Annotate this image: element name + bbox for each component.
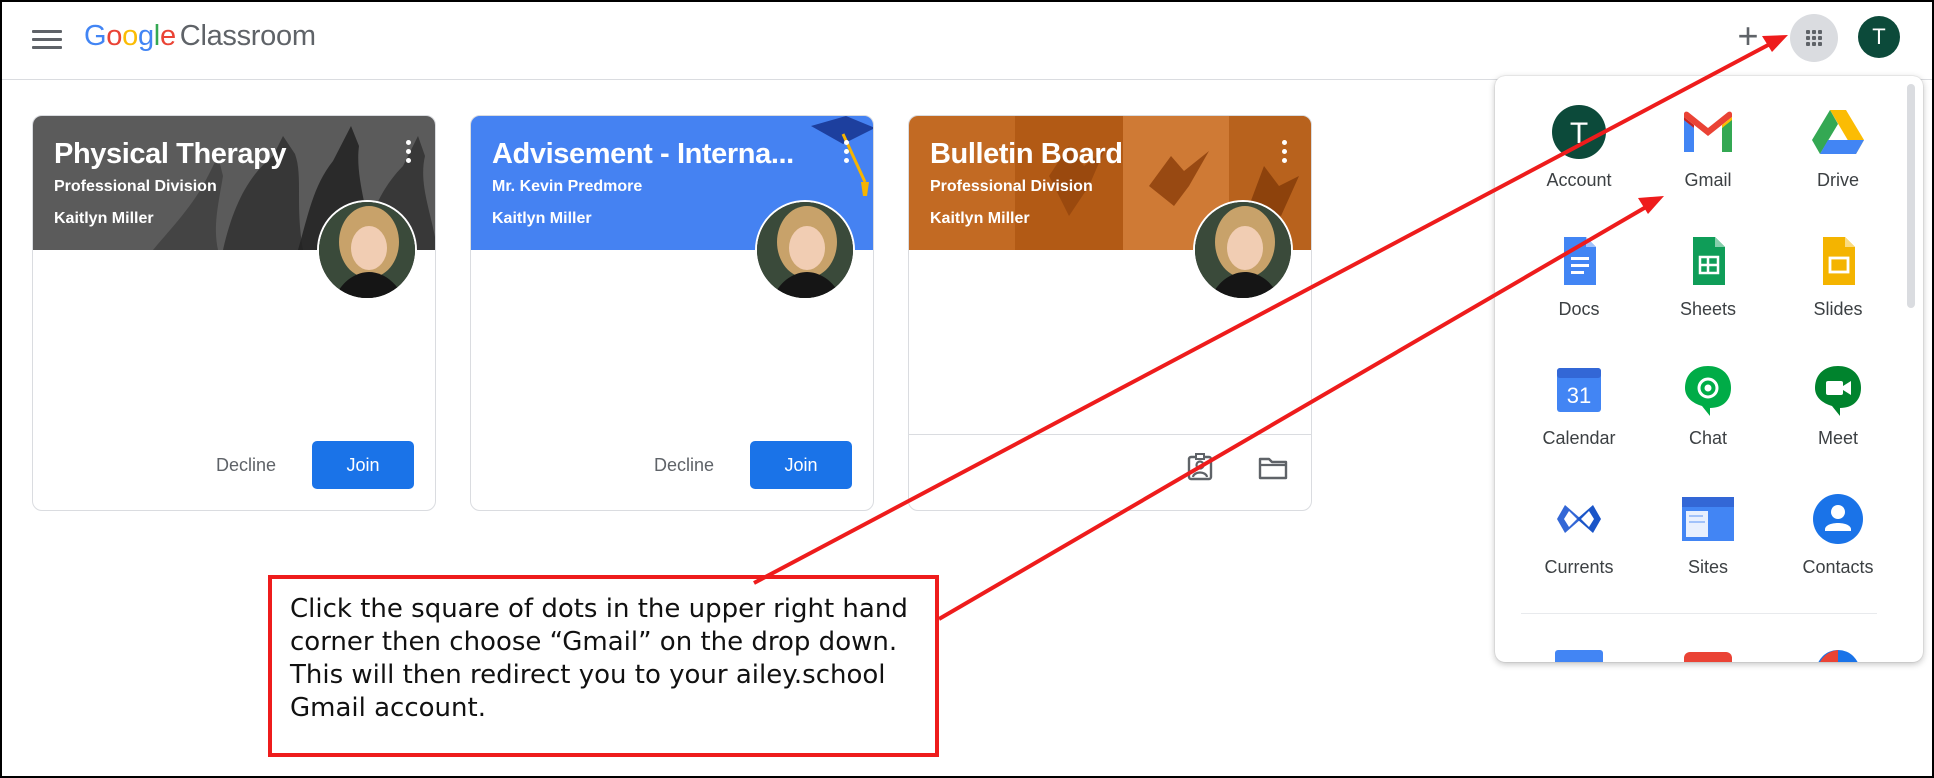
join-button[interactable]: Join — [312, 441, 414, 489]
svg-text:31: 31 — [1567, 383, 1591, 408]
app-currents[interactable]: Currents — [1519, 477, 1639, 595]
gmail-icon — [1680, 104, 1736, 160]
partial-app-icon — [1555, 650, 1603, 662]
screenshot-frame: Google Classroom + T Physical Therapy Pro… — [0, 0, 1934, 778]
app-contacts[interactable]: Contacts — [1778, 477, 1898, 595]
folder-icon[interactable] — [1257, 453, 1289, 488]
app-account[interactable]: T Account — [1519, 90, 1639, 208]
sites-icon — [1680, 491, 1736, 547]
class-card-physical-therapy[interactable]: Physical Therapy Professional Division K… — [32, 115, 436, 511]
class-title[interactable]: Bulletin Board — [930, 138, 1123, 171]
docs-icon — [1551, 233, 1607, 289]
app-label: Account — [1546, 170, 1612, 190]
teacher-photo — [755, 200, 855, 300]
partial-app-icon — [1684, 652, 1732, 662]
app-label: Chat — [1688, 428, 1728, 448]
app-slides[interactable]: Slides — [1778, 219, 1898, 337]
class-title[interactable]: Advisement - Interna... — [492, 138, 794, 171]
drive-icon — [1810, 104, 1866, 160]
invitation-actions: Decline Join — [216, 441, 414, 489]
teacher-name: Kaitlyn Miller — [492, 210, 592, 227]
join-button[interactable]: Join — [750, 441, 852, 489]
google-classroom-logo[interactable]: Google Classroom — [84, 20, 316, 53]
more-options-icon[interactable] — [843, 140, 851, 166]
class-section: Professional Division — [930, 178, 1093, 195]
class-title[interactable]: Physical Therapy — [54, 138, 287, 171]
teacher-name: Kaitlyn Miller — [54, 210, 154, 227]
calendar-icon: 31 — [1551, 362, 1607, 418]
currents-icon — [1551, 491, 1607, 547]
assignment-icon[interactable] — [1185, 453, 1215, 488]
app-label: Drive — [1816, 170, 1859, 190]
app-label: Docs — [1558, 299, 1600, 319]
account-avatar[interactable]: T — [1858, 16, 1900, 58]
app-label: Sites — [1687, 557, 1729, 577]
teacher-name: Kaitlyn Miller — [930, 210, 1030, 227]
app-drive[interactable]: Drive — [1778, 90, 1898, 208]
more-options-icon[interactable] — [1281, 140, 1289, 166]
create-or-join-class-button[interactable]: + — [1728, 16, 1768, 56]
app-gmail[interactable]: Gmail — [1648, 90, 1768, 208]
top-app-bar: Google Classroom + T — [2, 2, 1932, 80]
app-label: Contacts — [1802, 557, 1874, 577]
app-calendar[interactable]: 31 Calendar — [1519, 348, 1639, 466]
more-options-icon[interactable] — [405, 140, 413, 166]
svg-text:T: T — [1570, 117, 1588, 150]
slides-icon — [1810, 233, 1866, 289]
google-apps-button[interactable] — [1790, 14, 1838, 62]
google-apps-menu: T Account Gmail Drive Docs Sheets Slides… — [1495, 76, 1923, 662]
class-section: Professional Division — [54, 178, 217, 195]
app-label: Meet — [1817, 428, 1859, 448]
decline-button[interactable]: Decline — [216, 455, 276, 476]
apps-grid-icon — [1806, 30, 1822, 46]
instruction-text: Click the square of dots in the upper ri… — [290, 594, 908, 723]
app-sheets[interactable]: Sheets — [1648, 219, 1768, 337]
app-sites[interactable]: Sites — [1648, 477, 1768, 595]
app-label: Sheets — [1679, 299, 1737, 319]
app-label: Gmail — [1684, 170, 1732, 190]
sheets-icon — [1680, 233, 1736, 289]
class-card-advisement[interactable]: Advisement - Interna... Mr. Kevin Predmo… — [470, 115, 874, 511]
product-name: Classroom — [179, 20, 316, 52]
app-label: Slides — [1813, 299, 1863, 319]
teacher-photo — [1193, 200, 1293, 300]
invitation-actions: Decline Join — [654, 441, 852, 489]
partial-app-icon — [1818, 650, 1858, 662]
app-label: Currents — [1544, 557, 1614, 577]
teacher-photo — [317, 200, 417, 300]
decline-button[interactable]: Decline — [654, 455, 714, 476]
account-icon: T — [1551, 104, 1607, 160]
class-card-bulletin-board[interactable]: Bulletin Board Professional Division Kai… — [908, 115, 1312, 511]
apps-menu-divider — [1521, 613, 1877, 614]
class-section: Mr. Kevin Predmore — [492, 178, 643, 195]
instruction-callout: Click the square of dots in the upper ri… — [268, 575, 939, 757]
app-label: Calendar — [1542, 428, 1616, 448]
app-meet[interactable]: Meet — [1778, 348, 1898, 466]
app-docs[interactable]: Docs — [1519, 219, 1639, 337]
apps-menu-scrollbar[interactable] — [1907, 84, 1915, 308]
chat-icon — [1680, 362, 1736, 418]
meet-icon — [1810, 362, 1866, 418]
contacts-icon — [1810, 491, 1866, 547]
card-footer-divider — [909, 434, 1311, 435]
main-menu-icon[interactable] — [32, 26, 62, 52]
app-chat[interactable]: Chat — [1648, 348, 1768, 466]
